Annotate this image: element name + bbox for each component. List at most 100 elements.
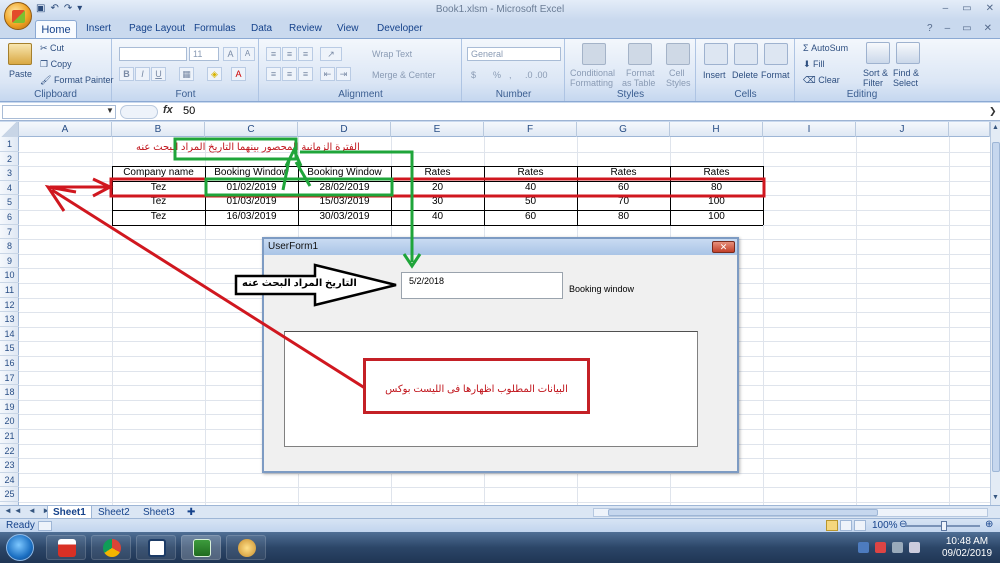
borders-icon[interactable]: ▦: [179, 67, 194, 81]
zoom-slider-thumb[interactable]: [941, 521, 947, 531]
restore-button[interactable]: ▭: [962, 3, 971, 14]
userform-close-button[interactable]: ✕: [712, 241, 735, 253]
table-cell[interactable]: 60: [577, 181, 670, 196]
table-header-cell[interactable]: Booking Window: [298, 166, 391, 181]
row-header[interactable]: 7: [0, 225, 19, 240]
tab-insert[interactable]: Insert: [86, 23, 111, 34]
sort-filter-icon[interactable]: [866, 42, 890, 64]
macro-record-icon[interactable]: [38, 521, 52, 531]
column-header-a[interactable]: A: [19, 122, 112, 137]
search-date-textbox[interactable]: 5/2/2018: [401, 272, 563, 299]
scroll-down-icon[interactable]: ▼: [992, 494, 999, 501]
autosum-button[interactable]: Σ AutoSum: [803, 43, 848, 53]
paste-icon[interactable]: [8, 43, 32, 65]
table-cell[interactable]: 30: [391, 195, 484, 210]
table-cell[interactable]: 70: [577, 195, 670, 210]
workbook-minimize-button[interactable]: –: [945, 23, 951, 34]
copy-button[interactable]: ❐ Copy: [40, 59, 72, 70]
row-header[interactable]: 17: [0, 371, 19, 386]
select-all-button[interactable]: [0, 122, 19, 137]
column-header-h[interactable]: H: [670, 122, 763, 137]
column-header-k[interactable]: [949, 122, 990, 137]
horizontal-scrollbar[interactable]: [593, 508, 988, 517]
save-icon[interactable]: ▣: [36, 3, 45, 18]
tab-developer[interactable]: Developer: [377, 23, 423, 34]
wrap-text-button[interactable]: Wrap Text: [372, 49, 412, 59]
taskbar-chrome[interactable]: [91, 535, 131, 560]
row-header[interactable]: 9: [0, 254, 19, 269]
comma-button[interactable]: ,: [509, 70, 512, 80]
table-header-cell[interactable]: Rates: [391, 166, 484, 181]
find-select-button[interactable]: Find &: [893, 68, 919, 78]
paste-button[interactable]: Paste: [9, 69, 32, 79]
volume-icon[interactable]: [909, 542, 920, 553]
expand-formula-icon[interactable]: ❯: [989, 106, 997, 117]
row-header[interactable]: 25: [0, 487, 19, 502]
page-break-view-icon[interactable]: [854, 520, 866, 531]
customize-qat-icon[interactable]: ▾: [77, 3, 82, 18]
page-layout-view-icon[interactable]: [840, 520, 852, 531]
table-header-cell[interactable]: Company name: [112, 166, 205, 181]
font-size-combo[interactable]: 11: [189, 47, 219, 61]
insert-cells-icon[interactable]: [704, 43, 728, 65]
row-header[interactable]: 10: [0, 268, 19, 283]
tab-home[interactable]: Home: [35, 20, 77, 38]
help-icon[interactable]: ?: [927, 23, 933, 34]
close-button[interactable]: ✕: [986, 3, 994, 14]
row-header[interactable]: 24: [0, 473, 19, 488]
find-select-icon[interactable]: [896, 42, 920, 64]
table-cell[interactable]: 16/03/2019: [205, 210, 298, 225]
row-header[interactable]: 20: [0, 414, 19, 429]
clock[interactable]: 10:48 AM 09/02/2019: [938, 536, 996, 560]
row-header[interactable]: 3: [0, 166, 19, 181]
table-cell[interactable]: 100: [670, 195, 763, 210]
workbook-close-button[interactable]: ✕: [984, 23, 992, 34]
column-header-i[interactable]: I: [763, 122, 856, 137]
decimal-buttons[interactable]: .0 .00: [525, 70, 548, 80]
tab-view[interactable]: View: [337, 23, 359, 34]
table-cell[interactable]: 20: [391, 181, 484, 196]
column-header-c[interactable]: C: [205, 122, 298, 137]
align-middle-icon[interactable]: ≡: [282, 47, 297, 61]
scroll-up-icon[interactable]: ▲: [992, 124, 999, 131]
row-header[interactable]: 5: [0, 195, 19, 210]
format-as-table-button[interactable]: Format: [626, 68, 655, 78]
format-as-table-icon[interactable]: [628, 43, 652, 65]
row-header[interactable]: 2: [0, 152, 19, 167]
align-top-icon[interactable]: ≡: [266, 47, 281, 61]
table-cell[interactable]: 28/02/2019: [298, 181, 391, 196]
vertical-scroll-thumb[interactable]: [992, 142, 1000, 472]
column-header-e[interactable]: E: [391, 122, 484, 137]
table-cell[interactable]: 100: [670, 210, 763, 225]
table-cell[interactable]: 60: [484, 210, 577, 225]
office-button[interactable]: [4, 2, 32, 30]
table-cell[interactable]: 80: [670, 181, 763, 196]
table-cell[interactable]: 80: [577, 210, 670, 225]
table-header-cell[interactable]: Booking Window: [205, 166, 298, 181]
bold-button[interactable]: B: [119, 67, 134, 81]
italic-button[interactable]: I: [135, 67, 150, 81]
table-cell[interactable]: Tez: [112, 195, 205, 210]
row-header[interactable]: 13: [0, 312, 19, 327]
taskbar-gmail[interactable]: [46, 535, 86, 560]
shrink-font-button[interactable]: A: [240, 47, 255, 61]
row-header[interactable]: 1: [0, 137, 19, 152]
cell-styles-icon[interactable]: [666, 43, 690, 65]
column-header-j[interactable]: J: [856, 122, 949, 137]
row-header[interactable]: 21: [0, 429, 19, 444]
zoom-in-icon[interactable]: ⊕: [985, 519, 993, 530]
row-header[interactable]: 11: [0, 283, 19, 298]
table-cell[interactable]: 40: [484, 181, 577, 196]
table-cell[interactable]: 40: [391, 210, 484, 225]
display-icon[interactable]: [892, 542, 903, 553]
cut-button[interactable]: ✂ Cut: [40, 43, 64, 54]
name-box-dropdown-icon[interactable]: ▼: [106, 106, 114, 115]
tab-data[interactable]: Data: [251, 23, 272, 34]
font-name-combo[interactable]: [119, 47, 187, 61]
zoom-slider[interactable]: [905, 521, 980, 531]
table-cell[interactable]: 01/03/2019: [205, 195, 298, 210]
taskbar-excel[interactable]: [181, 535, 221, 560]
orientation-icon[interactable]: ↗: [320, 47, 342, 61]
start-button[interactable]: [6, 534, 34, 561]
row-header[interactable]: 8: [0, 239, 19, 254]
